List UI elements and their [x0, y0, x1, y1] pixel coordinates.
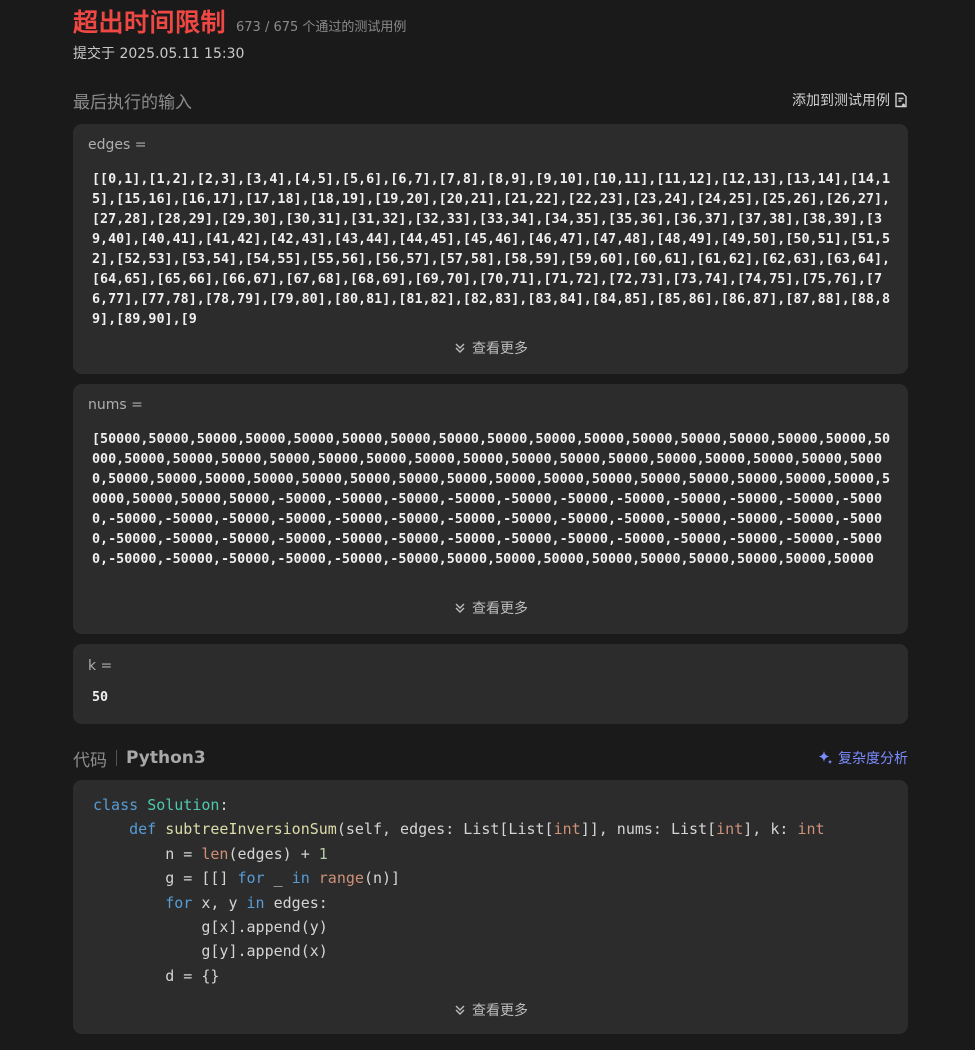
verdict-line: 超出时间限制 673 / 675 个通过的测试用例 — [73, 6, 908, 40]
code-title: 代码 — [73, 750, 107, 771]
add-document-icon — [895, 92, 907, 108]
add-to-testcase-button[interactable]: 添加到测试用例 — [792, 90, 908, 110]
code-card: class Solution: def subtreeInversionSum(… — [73, 780, 908, 1034]
verdict-status: 超出时间限制 — [73, 8, 227, 37]
last-input-header: 最后执行的输入 添加到测试用例 — [73, 88, 908, 113]
last-input-title: 最后执行的输入 — [73, 92, 192, 113]
add-to-testcase-label: 添加到测试用例 — [792, 93, 890, 109]
chevron-double-down-icon — [455, 1005, 465, 1015]
chevron-double-down-icon — [455, 343, 465, 353]
edges-label: edges = — [88, 137, 147, 153]
result-header: 超出时间限制 673 / 675 个通过的测试用例 提交于 2025.05.11… — [73, 6, 908, 68]
complexity-analysis-label: 复杂度分析 — [838, 751, 908, 767]
edges-value: [[0,1],[1,2],[2,3],[3,4],[4,5],[5,6],[6,… — [92, 172, 891, 327]
submission-result-page: 超出时间限制 673 / 675 个通过的测试用例 提交于 2025.05.11… — [0, 0, 975, 1050]
edges-input-card: edges = [[0,1],[1,2],[2,3],[3,4],[4,5],[… — [73, 124, 908, 374]
nums-value: [50000,50000,50000,50000,50000,50000,500… — [92, 432, 891, 567]
divider — [116, 750, 117, 766]
code-editor: class Solution: def subtreeInversionSum(… — [93, 796, 825, 985]
k-input-card: k = 50 — [73, 644, 908, 724]
edges-see-more-button[interactable]: 查看更多 — [73, 338, 908, 358]
sparkle-icon — [818, 751, 833, 765]
chevron-double-down-icon — [455, 603, 465, 613]
nums-label: nums = — [88, 397, 143, 413]
passed-count: 673 / 675 个通过的测试用例 — [236, 20, 407, 35]
code-language: Python3 — [126, 748, 206, 768]
nums-see-more-button[interactable]: 查看更多 — [73, 598, 908, 618]
code-see-more-button[interactable]: 查看更多 — [73, 1000, 908, 1020]
nums-input-card: nums = [50000,50000,50000,50000,50000,50… — [73, 384, 908, 634]
k-value: 50 — [92, 690, 109, 705]
code-header: 代码 Python3 复杂度分析 — [73, 746, 908, 771]
see-more-label: 查看更多 — [472, 601, 528, 617]
see-more-label: 查看更多 — [472, 1003, 528, 1019]
submission-time: 提交于 2025.05.11 15:30 — [73, 46, 245, 62]
k-label: k = — [88, 658, 113, 674]
see-more-label: 查看更多 — [472, 341, 528, 357]
complexity-analysis-button[interactable]: 复杂度分析 — [816, 748, 908, 768]
code-title-group: 代码 Python3 — [73, 746, 206, 771]
